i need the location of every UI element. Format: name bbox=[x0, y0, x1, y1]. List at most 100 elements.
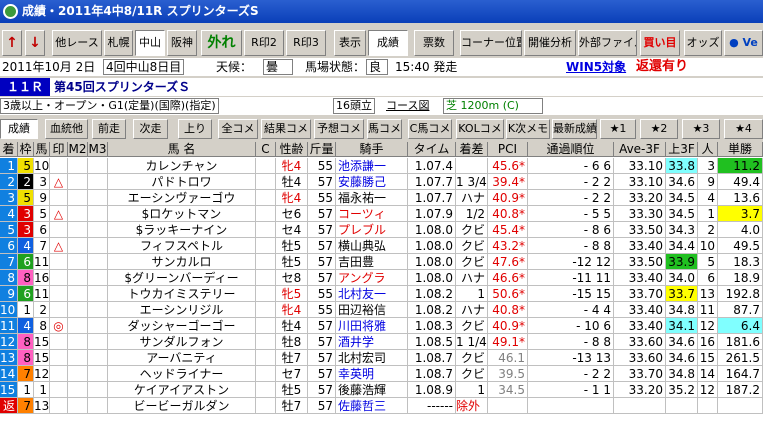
course-map-link[interactable]: コース図 bbox=[386, 97, 429, 115]
table-row[interactable]: 14 7 12 ヘッドライナー セ7 57 幸英明 1.08.7 クビ 39.5- 2 2 33.7… bbox=[0, 366, 763, 382]
nakayama-button[interactable]: 中山 bbox=[135, 30, 165, 56]
m3-cell bbox=[88, 254, 108, 270]
column-header-horse-name[interactable]: 馬 名 bbox=[108, 142, 256, 157]
column-header-popularity[interactable]: 人 bbox=[698, 142, 718, 157]
votes-button[interactable]: 票数 bbox=[414, 30, 454, 56]
table-row[interactable]: 4 3 5 △ $ロケットマン セ6 57 コーツィ 1.07.9 1/2 40.8* - 5 5 33… bbox=[0, 206, 763, 222]
pos-cell: 2 bbox=[0, 174, 18, 190]
win5-link[interactable]: WIN5対象 bbox=[566, 58, 626, 76]
jockey-cell: 吉田豊 bbox=[336, 254, 408, 270]
column-header-passing[interactable]: 通過順位 bbox=[528, 142, 614, 157]
tab-star1[interactable]: ★1 bbox=[600, 119, 636, 139]
pos-cell: 13 bbox=[0, 350, 18, 366]
miss-button[interactable]: 外れ bbox=[201, 30, 242, 56]
column-header-waku[interactable]: 枠 bbox=[18, 142, 34, 157]
table-row[interactable]: 13 8 15 アーバニティ 牡7 57 北村宏司 1.08.7 クビ 46.1 -13 13 33.… bbox=[0, 350, 763, 366]
table-row[interactable]: 6 4 7 △ フィフスペトル 牡5 57 横山典弘 1.08.0 クビ 43.2* - 8 8 33.… bbox=[0, 238, 763, 254]
table-row[interactable]: 2 2 3 △ パドトロワ 牡4 57 安藤勝己 1.07.7 1 3/4 39.4* - 2 2 33… bbox=[0, 174, 763, 190]
sex-age-cell: セ4 bbox=[276, 222, 308, 238]
odds-button[interactable]: オッズ bbox=[684, 30, 722, 56]
sex-age-cell: 牝4 bbox=[276, 158, 308, 174]
column-header-jockey[interactable]: 騎手 bbox=[336, 142, 408, 157]
display-button[interactable]: 表示 bbox=[334, 30, 366, 56]
horse-name-cell: $ラッキーナイン bbox=[108, 222, 256, 238]
margin-cell: 除外 bbox=[456, 398, 488, 414]
table-row[interactable]: 8 8 16 $グリーンバーディー セ8 57 アングラ 1.08.0 ハナ 46.6* -11 1… bbox=[0, 270, 763, 286]
external-file-button[interactable]: 外部ファイル bbox=[578, 30, 637, 56]
tab-horse-comments[interactable]: 馬コメ bbox=[367, 119, 402, 139]
tab-results[interactable]: 成績 bbox=[0, 119, 38, 139]
m3-cell bbox=[88, 334, 108, 350]
table-row[interactable]: 返 7 13 ビービーガルダン 牡7 57 佐藤哲三 ------ 除外 bbox=[0, 398, 763, 414]
r-mark2-button[interactable]: R印2 bbox=[244, 30, 284, 56]
other-race-button[interactable]: 他レース bbox=[52, 30, 102, 56]
mark-cell bbox=[50, 158, 68, 174]
horse-name-cell: アーバニティ bbox=[108, 350, 256, 366]
pci-cell: 46.6* bbox=[488, 270, 528, 286]
table-row[interactable]: 9 6 11 トウカイミステリー 牝5 55 北村友一 1.08.2 1 50.6* -15 15 3… bbox=[0, 286, 763, 302]
sapporo-button[interactable]: 札幌 bbox=[104, 30, 133, 56]
table-row[interactable]: 1 5 10 カレンチャン 牝4 55 池添謙一 1.07.4 45.6* - 6 6 33.10 3… bbox=[0, 158, 763, 174]
column-header-horse-number[interactable]: 馬 bbox=[34, 142, 50, 157]
bet-button[interactable]: 買い目 bbox=[640, 30, 680, 56]
tab-star2[interactable]: ★2 bbox=[640, 119, 678, 139]
column-header-margin[interactable]: 着差 bbox=[456, 142, 488, 157]
column-header-ave3f[interactable]: Ave-3F bbox=[614, 142, 666, 157]
table-row[interactable]: 15 1 1 ケイアイアストン 牡5 57 後藤浩輝 1.08.9 1 34.5- 1 1 33.2… bbox=[0, 382, 763, 398]
down-arrow-button[interactable]: ↓ bbox=[25, 30, 45, 56]
up-arrow-button[interactable]: ↑ bbox=[2, 30, 22, 56]
column-header-m2[interactable]: M2 bbox=[68, 142, 88, 157]
table-row[interactable]: 3 5 9 エーシンヴァーゴウ 牝4 55 福永祐一 1.07.7 ハナ 40.9* - 2 2 33… bbox=[0, 190, 763, 206]
horse-name-cell: エーシンヴァーゴウ bbox=[108, 190, 256, 206]
column-header-pos[interactable]: 着 bbox=[0, 142, 18, 157]
column-header-c[interactable]: C bbox=[256, 142, 276, 157]
tab-prediction-comments[interactable]: 予想コメ bbox=[314, 119, 364, 139]
odds-cell: 11.2 bbox=[718, 158, 763, 174]
table-row[interactable]: 7 6 11 サンカルロ 牡5 57 吉田豊 1.08.0 クビ 47.6* -12 12 33.50… bbox=[0, 254, 763, 270]
hanshin-button[interactable]: 阪神 bbox=[167, 30, 197, 56]
tab-k-next-memo[interactable]: K次メモ bbox=[506, 119, 550, 139]
mark-cell bbox=[50, 382, 68, 398]
column-header-sex-age[interactable]: 性齢 bbox=[276, 142, 308, 157]
r-mark3-button[interactable]: R印3 bbox=[286, 30, 326, 56]
meeting-analysis-button[interactable]: 開催分析 bbox=[524, 30, 576, 56]
popularity-cell: 13 bbox=[698, 286, 718, 302]
tab-prev-race[interactable]: 前走 bbox=[92, 119, 126, 139]
ave3f-cell: 33.40 bbox=[614, 302, 666, 318]
tab-final-time[interactable]: 上り bbox=[178, 119, 212, 139]
mark-cell bbox=[50, 302, 68, 318]
tab-star3[interactable]: ★3 bbox=[682, 119, 720, 139]
m2-cell bbox=[68, 366, 88, 382]
tab-kol-comments[interactable]: KOLコメ bbox=[456, 119, 504, 139]
tab-c-horse-comments[interactable]: C馬コメ bbox=[408, 119, 452, 139]
ave3f-cell: 33.50 bbox=[614, 222, 666, 238]
column-header-mark[interactable]: 印 bbox=[50, 142, 68, 157]
sex-age-cell: セ6 bbox=[276, 206, 308, 222]
column-header-weight[interactable]: 斤量 bbox=[308, 142, 336, 157]
tab-next-race[interactable]: 次走 bbox=[133, 119, 168, 139]
table-row[interactable]: 12 8 15 サンダルフォン 牡8 57 酒井学 1.08.5 1 1/4 49.1* - 8 8… bbox=[0, 334, 763, 350]
sex-age-cell: 牡7 bbox=[276, 350, 308, 366]
race-conditions: 3歳以上・オープン・G1(定量)(国際)(指定) bbox=[0, 98, 219, 114]
version-button[interactable]: ● Ve bbox=[724, 30, 763, 56]
column-header-time[interactable]: タイム bbox=[408, 142, 456, 157]
results-button[interactable]: 成績 bbox=[368, 30, 408, 56]
table-row[interactable]: 11 4 8 ◎ ダッシャーゴーゴー 牡4 57 川田将雅 1.08.3 クビ 40.9* - 10 … bbox=[0, 318, 763, 334]
tab-pedigree[interactable]: 血統他 bbox=[45, 119, 88, 139]
passing-cell: - 6 6 bbox=[528, 158, 614, 174]
tab-star4[interactable]: ★4 bbox=[724, 119, 763, 139]
table-row[interactable]: 10 1 2 エーシンリジル 牝4 55 田辺裕信 1.08.2 ハナ 40.8* - 4 4 33.… bbox=[0, 302, 763, 318]
column-header-last3f[interactable]: 上3F bbox=[666, 142, 698, 157]
tab-all-comments[interactable]: 全コメ bbox=[218, 119, 258, 139]
column-header-pci[interactable]: PCI bbox=[488, 142, 528, 157]
column-header-odds[interactable]: 単勝 bbox=[718, 142, 763, 157]
horse-number-cell: 11 bbox=[34, 254, 50, 270]
column-header-m3[interactable]: M3 bbox=[88, 142, 108, 157]
tab-latest-results[interactable]: 最新成績 bbox=[552, 119, 597, 139]
m3-cell bbox=[88, 350, 108, 366]
title-bar: 成績・2011年4中8/11R スプリンターズS bbox=[0, 0, 763, 23]
corner-position-button[interactable]: コーナー位置 bbox=[460, 30, 522, 56]
tab-result-comments[interactable]: 結果コメ bbox=[261, 119, 311, 139]
table-row[interactable]: 5 3 6 $ラッキーナイン セ4 57 プレブル 1.08.0 クビ 45.4* - 8 6 33.… bbox=[0, 222, 763, 238]
m2-cell bbox=[68, 270, 88, 286]
